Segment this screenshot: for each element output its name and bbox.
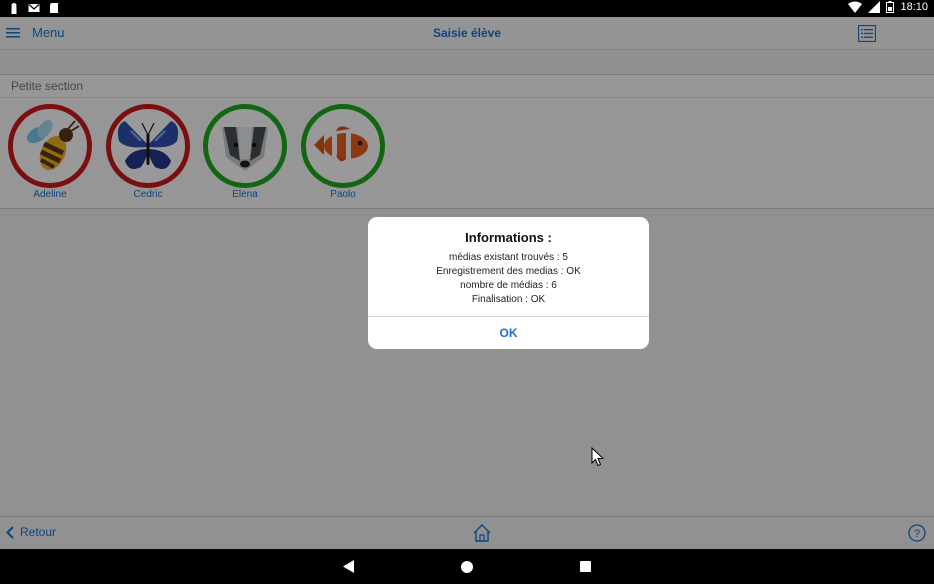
signal-icon — [868, 1, 881, 13]
info-dialog: Informations : médias existant trouvés :… — [368, 217, 649, 349]
wifi-icon — [848, 1, 863, 13]
keyhole-icon — [11, 3, 17, 14]
dialog-line: nombre de médias : 6 — [460, 280, 557, 291]
ok-button[interactable]: OK — [368, 317, 649, 349]
nav-recent-icon[interactable] — [580, 561, 591, 572]
dialog-line: Enregistrement des medias : OK — [436, 266, 581, 277]
mouse-cursor-icon — [591, 447, 604, 467]
nav-home-icon[interactable] — [461, 561, 473, 573]
status-time: 18:10 — [900, 1, 928, 13]
dialog-line: Finalisation : OK — [471, 294, 546, 305]
gmail-icon — [28, 4, 40, 12]
nav-back-icon[interactable] — [343, 560, 355, 573]
dialog-title: Informations : — [465, 230, 552, 245]
sd-card-icon — [50, 3, 58, 13]
battery-icon — [886, 1, 895, 13]
status-bar: 18:10 — [0, 0, 934, 17]
android-navbar — [0, 549, 934, 584]
dialog-message: médias existant trouvés : 5 Enregistreme… — [368, 251, 649, 307]
dialog-line: médias existant trouvés : 5 — [449, 252, 568, 263]
